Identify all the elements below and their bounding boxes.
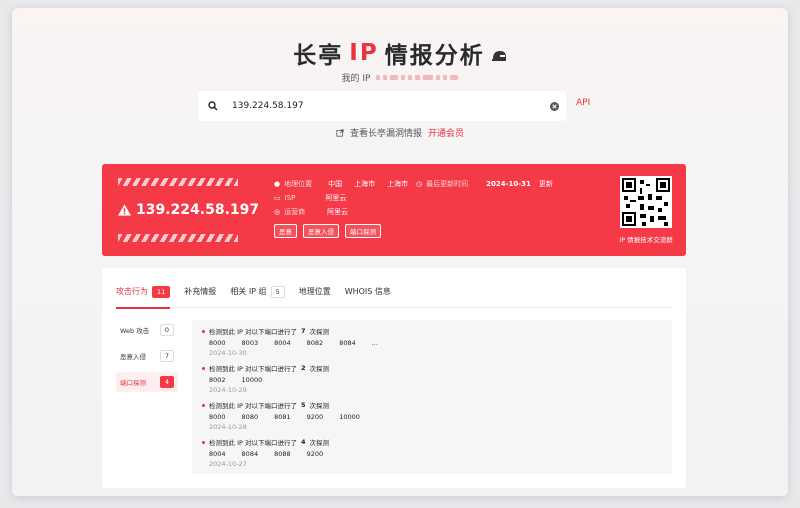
location-row: ● 地理位置 中国 上海市 上海市: [274, 180, 409, 188]
tab-geolocation[interactable]: 地理位置: [299, 286, 331, 308]
search-icon: [198, 101, 228, 111]
external-link-icon: [336, 128, 344, 137]
tag-list: 恶意 恶意入侵 端口探测: [274, 224, 381, 238]
summary-ip: 139.224.58.197: [118, 202, 259, 218]
details-panel: 攻击行为 11 补充情报 相关 IP 组 5 地理位置 WHOIS 信息 Web…: [102, 268, 686, 488]
tab-count-badge: 5: [270, 286, 285, 298]
isp-row: ▭ ISP 阿里云: [274, 194, 347, 202]
decor-stripes-bottom: [118, 234, 238, 242]
operator-row: ◎ 运营商 阿里云: [274, 208, 349, 216]
qr-caption: IP 情报技术交流群: [619, 236, 673, 244]
tab-whois[interactable]: WHOIS 信息: [345, 286, 391, 308]
bullet-icon: [202, 366, 205, 370]
category-list: Web 攻击 0 恶意入侵 7 端口探测 4: [116, 320, 178, 398]
tag-port-scan[interactable]: 端口探测: [345, 224, 381, 238]
location-pin-icon: ●: [274, 180, 281, 188]
tab-bar: 攻击行为 11 补充情报 相关 IP 组 5 地理位置 WHOIS 信息: [116, 286, 672, 309]
bullet-icon: [202, 329, 205, 333]
api-link[interactable]: API: [576, 98, 590, 108]
list-item: 检测到此 IP 对以下端口进行了 7 次探测 8000 8003 8004 8082 808…: [202, 326, 662, 357]
clear-icon[interactable]: [542, 101, 566, 111]
my-ip-row: 我的 IP: [12, 71, 788, 84]
update-button[interactable]: 更新: [539, 179, 553, 189]
ip-summary-card: 139.224.58.197 ● 地理位置 中国 上海市 上海市 ▭ ISP 阿…: [102, 164, 686, 256]
tab-supplementary-intel[interactable]: 补充情报: [184, 286, 216, 308]
monitor-icon: ▭: [274, 194, 281, 202]
page-title: 长亭 IP 情报分析: [12, 36, 788, 70]
qr-code: [620, 176, 672, 228]
helmet-icon: [491, 51, 506, 61]
globe-icon: ◎: [274, 208, 281, 216]
warning-icon: [118, 204, 131, 216]
updated-row: ◷ 最后更新时间 2024-10-31 更新: [416, 179, 553, 189]
decor-stripes-top: [118, 178, 238, 186]
clock-icon: ◷: [416, 180, 423, 188]
list-item: 检测到此 IP 对以下端口进行了 2 次探测 8002 10000 2024-10-2…: [202, 363, 662, 394]
vuln-intel-row: 查看长亭漏洞情报 开通会员: [12, 126, 788, 139]
bullet-icon: [202, 403, 205, 407]
list-item: 检测到此 IP 对以下端口进行了 4 次探测 8004 8084 8088 9200 20…: [202, 437, 662, 468]
app-window: 长亭 IP 情报分析 我的 IP API 查看长亭漏洞情报 开通会员: [12, 8, 788, 496]
tag-malicious[interactable]: 恶意: [274, 224, 297, 238]
tab-related-ip-groups[interactable]: 相关 IP 组 5: [230, 286, 285, 308]
search-input[interactable]: [228, 101, 542, 111]
masked-ip: [376, 75, 459, 80]
more-ports-button[interactable]: ...: [372, 339, 378, 347]
tag-intrusion[interactable]: 恶意入侵: [303, 224, 339, 238]
tab-attack-behavior[interactable]: 攻击行为 11: [116, 286, 171, 309]
search-bar: [198, 91, 566, 121]
vuln-intel-link[interactable]: 查看长亭漏洞情报: [350, 126, 422, 139]
member-link[interactable]: 开通会员: [428, 126, 464, 139]
category-port-scan[interactable]: 端口探测 4: [116, 372, 178, 392]
list-item: 检测到此 IP 对以下端口进行了 5 次探测 8000 8080 8081 9200 100…: [202, 400, 662, 431]
category-intrusion[interactable]: 恶意入侵 7: [116, 346, 178, 366]
bullet-icon: [202, 440, 205, 444]
tab-count-badge: 11: [152, 286, 171, 298]
event-list: 检测到此 IP 对以下端口进行了 7 次探测 8000 8003 8004 8082 808…: [192, 320, 672, 474]
category-web-attack[interactable]: Web 攻击 0: [116, 320, 178, 340]
